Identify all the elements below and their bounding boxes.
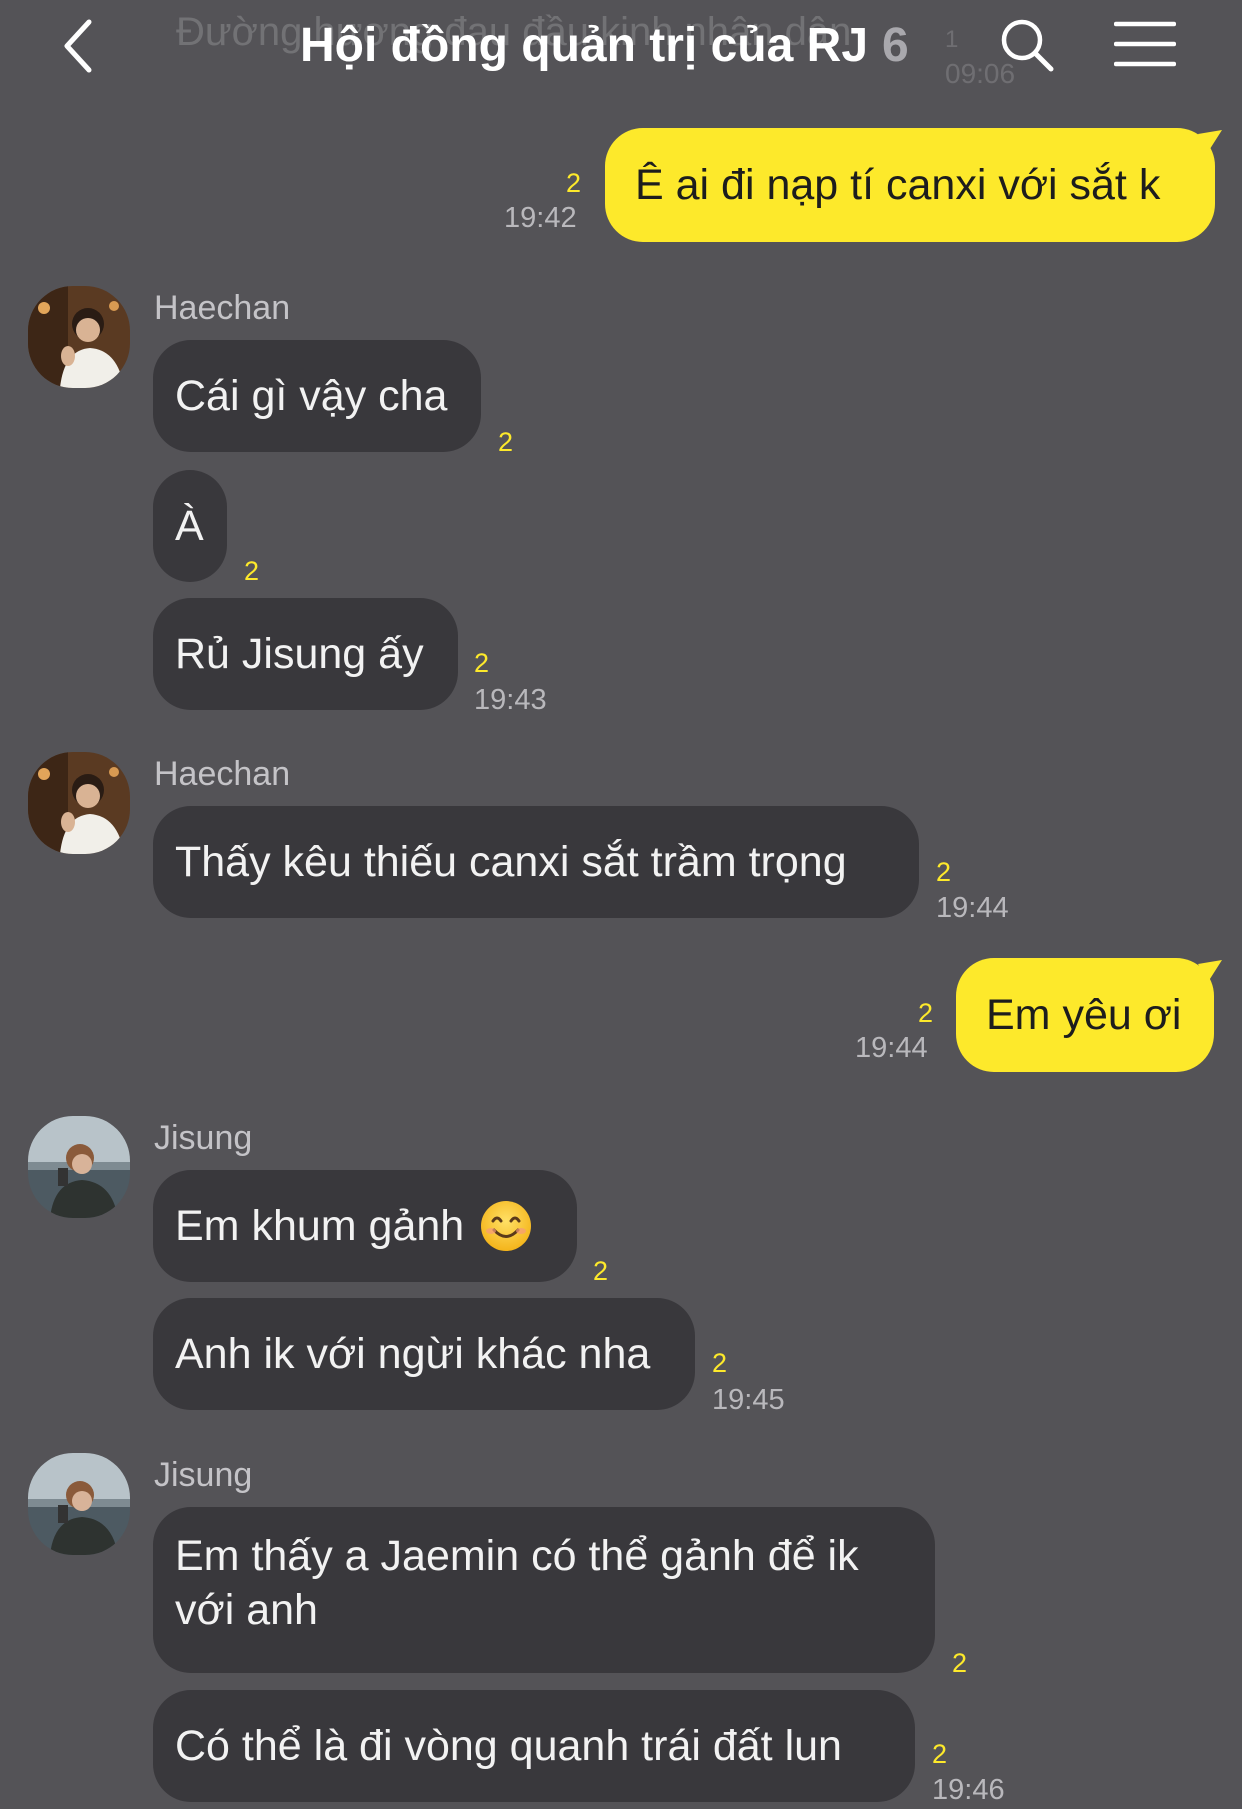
message-timestamp: 19:45 [712,1384,785,1416]
message-bubble-other[interactable]: Em thấy a Jaemin có thể gảnh để ik với a… [153,1507,935,1673]
avatar-jisung[interactable] [28,1453,130,1555]
avatar-jisung[interactable] [28,1116,130,1218]
message-text: Thấy kêu thiếu canxi sắt trầm trọng [175,838,847,886]
message-text: Em thấy a Jaemin có thể gảnh để ik với a… [175,1532,859,1634]
message-timestamp: 19:43 [474,684,547,716]
message-bubble-other[interactable]: Thấy kêu thiếu canxi sắt trầm trọng [153,806,919,918]
chevron-left-icon [64,19,92,73]
message-text: À [175,502,204,550]
message-timestamp: 19:42 [504,202,577,234]
chat-title-area[interactable]: Hội đồng quản trị của RJ 6 [300,12,909,78]
hamburger-menu-icon [1114,21,1176,67]
message-text: Có thể là đi vòng quanh trái đất lun [175,1722,842,1770]
message-bubble-other[interactable]: Anh ik với ngừi khác nha [153,1298,695,1410]
message-bubble-other[interactable]: Cái gì vậy cha [153,340,481,452]
message-text: Em yêu ơi [986,991,1182,1039]
message-text: Ê ai đi nạp tí canxi với sắt k [635,161,1161,209]
unread-count: 2 [593,1256,609,1286]
member-count: 6 [882,18,909,72]
chat-title: Hội đồng quản trị của RJ [300,18,869,72]
ghost-unread-count: 1 [945,26,959,53]
search-button[interactable] [996,14,1058,76]
sender-name: Haechan [154,289,291,327]
unread-count: 2 [244,556,260,586]
back-button[interactable] [54,14,102,78]
search-icon [1001,19,1054,72]
avatar-haechan[interactable] [28,286,130,388]
sender-name: Jisung [154,1119,253,1157]
sender-name: Haechan [154,755,291,793]
sender-name: Jisung [154,1456,253,1494]
message-bubble-mine[interactable]: Em yêu ơi [956,958,1214,1072]
unread-count: 2 [498,427,514,457]
menu-button[interactable] [1114,18,1176,70]
message-timestamp: 19:44 [936,892,1009,924]
chat-screen: Đường hương đau đầu kinh nhân dân 1 09:0… [0,0,1242,1809]
message-text: Cái gì vậy cha [175,372,448,420]
unread-count: 2 [474,648,490,678]
bubble-tail [1198,960,1222,982]
message-timestamp: 19:44 [855,1032,928,1064]
avatar-image [28,1453,130,1555]
chat-header: Đường hương đau đầu kinh nhân dân 1 09:0… [0,0,1242,96]
unread-count: 2 [952,1648,968,1678]
message-text: Em khum gảnh [175,1202,465,1250]
bubble-tail [1198,130,1222,152]
avatar-haechan[interactable] [28,752,130,854]
message-bubble-other[interactable]: Rủ Jisung ấy [153,598,458,710]
unread-count: 2 [712,1348,728,1378]
unread-count: 2 [936,857,952,887]
message-bubble-mine[interactable]: Ê ai đi nạp tí canxi với sắt k [605,128,1215,242]
avatar-image [28,1116,130,1218]
message-bubble-other[interactable]: À [153,470,227,582]
message-text: Rủ Jisung ấy [175,630,424,678]
unread-count: 2 [566,168,582,198]
unread-count: 2 [918,998,934,1028]
avatar-image [28,286,130,388]
message-bubble-other[interactable]: Em khum gảnh [153,1170,577,1282]
unread-count: 2 [932,1739,948,1769]
smiling-face-emoji [481,1201,532,1251]
message-timestamp: 19:46 [932,1774,1005,1806]
avatar-image [28,752,130,854]
message-bubble-other[interactable]: Có thể là đi vòng quanh trái đất lun [153,1690,915,1802]
message-text: Anh ik với ngừi khác nha [175,1330,651,1378]
